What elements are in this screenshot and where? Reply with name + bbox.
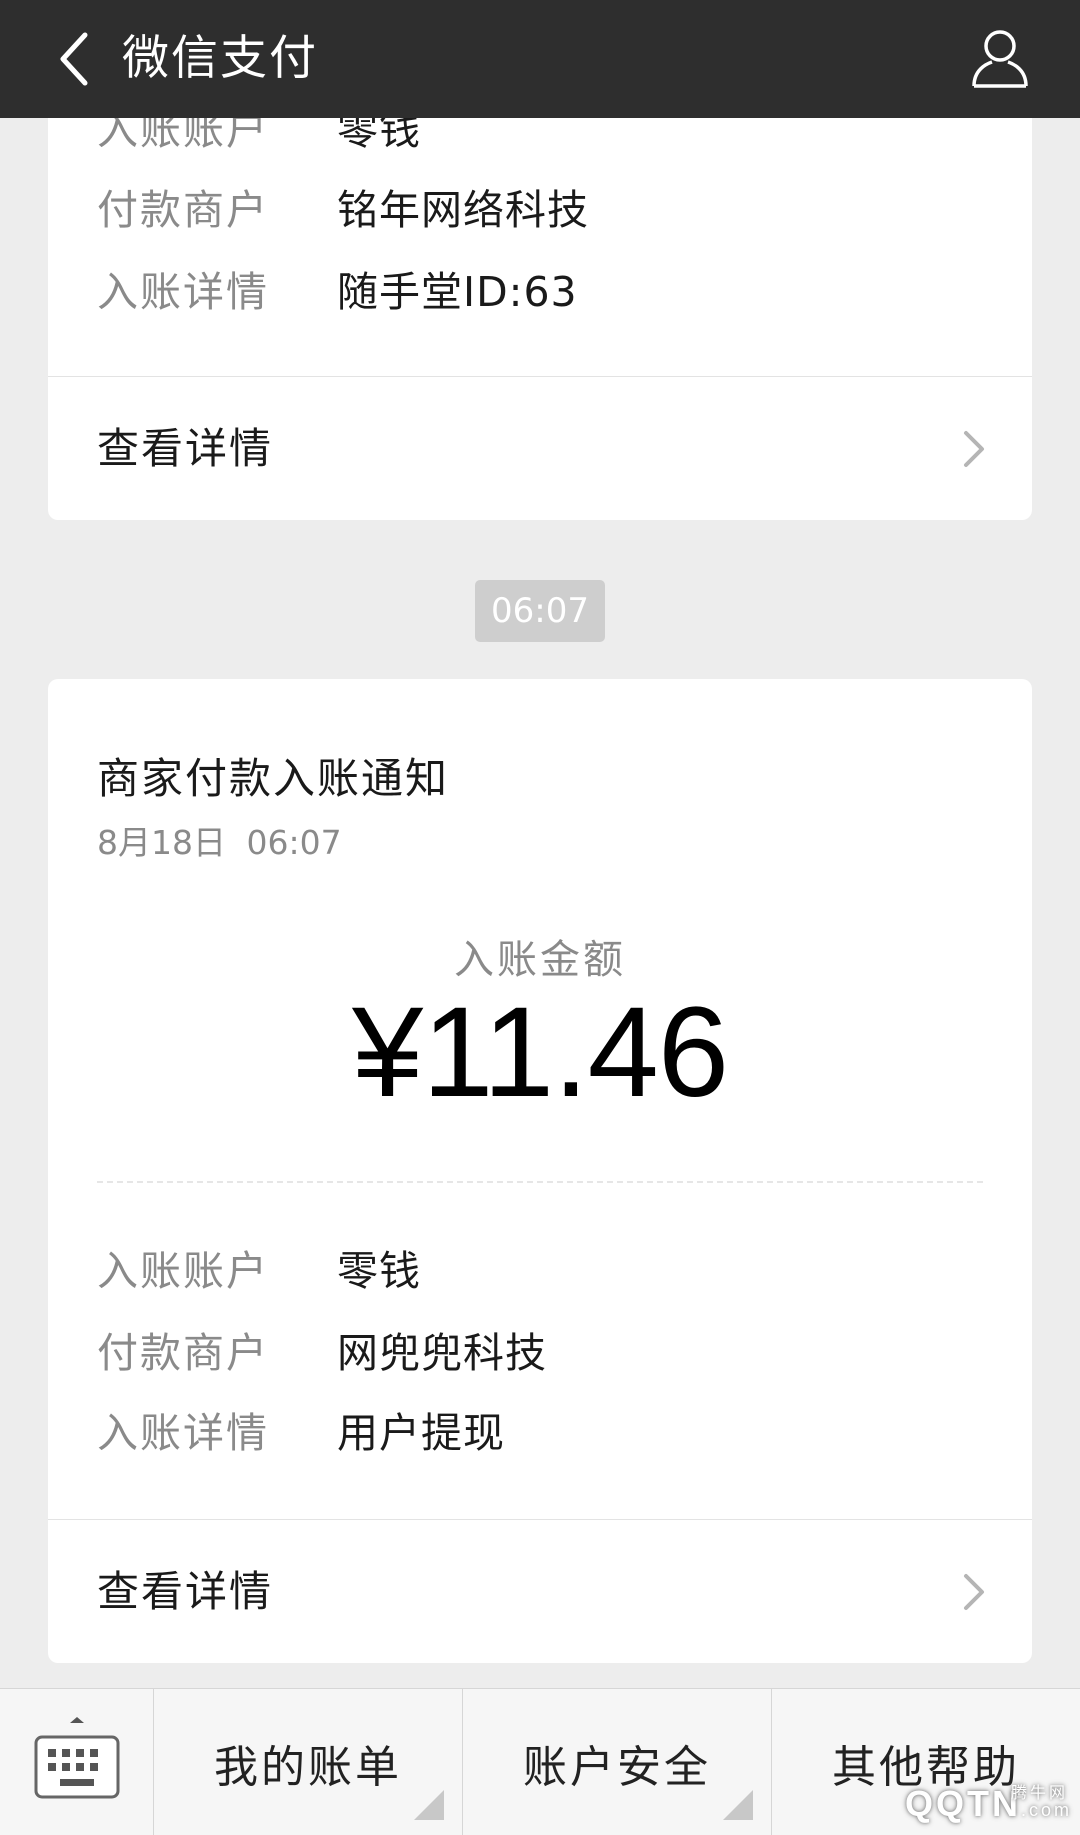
kv-key: 付款商户 xyxy=(97,186,269,234)
menu-account-security[interactable]: 账户安全 xyxy=(463,1689,772,1835)
navigation-bar: 微信支付 xyxy=(0,0,1080,118)
menu-label: 我的账单 xyxy=(214,1741,402,1793)
back-button[interactable] xyxy=(38,22,112,96)
kv-row-merchant: 付款商户 铭年网络科技 xyxy=(97,176,589,236)
submenu-indicator-icon xyxy=(414,1790,444,1820)
kv-value: 铭年网络科技 xyxy=(337,186,589,234)
kv-row-details: 入账详情 随手堂ID:63 xyxy=(97,258,578,318)
official-account-profile-button[interactable] xyxy=(956,14,1044,102)
kv-row-details: 入账详情 用户提现 xyxy=(97,1399,505,1459)
kv-key: 入账账户 xyxy=(97,1247,269,1295)
notification-card[interactable]: 商家付款入账通知 8月18日 06:07 入账金额 ¥11.46 入账账户 零钱… xyxy=(48,679,1032,1663)
chevron-left-icon xyxy=(60,32,88,86)
keyboard-toggle-button[interactable] xyxy=(0,1689,154,1835)
menu-label: 账户安全 xyxy=(523,1741,711,1793)
kv-row-account: 入账账户 零钱 xyxy=(97,1237,421,1297)
notification-card-previous[interactable]: 入账账户 零钱 付款商户 铭年网络科技 入账详情 随手堂ID:63 查看详情 xyxy=(48,60,1032,520)
person-icon xyxy=(972,30,1028,88)
kv-key: 入账详情 xyxy=(97,1409,269,1457)
view-details-row[interactable]: 查看详情 xyxy=(48,1519,1032,1663)
kv-row-merchant: 付款商户 网兜兜科技 xyxy=(97,1319,547,1379)
amount-value: ¥11.46 xyxy=(352,981,729,1124)
submenu-indicator-icon xyxy=(723,1790,753,1820)
kv-key: 入账详情 xyxy=(97,268,269,316)
dashed-divider xyxy=(97,1181,983,1183)
view-details-row[interactable]: 查看详情 xyxy=(48,376,1032,520)
keyboard-icon xyxy=(34,1717,120,1799)
card-date: 8月18日 06:07 xyxy=(97,823,342,862)
chevron-right-icon xyxy=(964,1574,984,1610)
chevron-right-icon xyxy=(964,431,984,467)
kv-key: 付款商户 xyxy=(97,1329,269,1377)
kv-value: 用户提现 xyxy=(337,1409,505,1457)
menu-my-bills[interactable]: 我的账单 xyxy=(154,1689,463,1835)
view-details-label: 查看详情 xyxy=(97,424,274,473)
menu-other-help[interactable]: 其他帮助 腾牛网 QQTN.com xyxy=(772,1689,1080,1835)
site-watermark: 腾牛网 QQTN.com xyxy=(904,1783,1072,1824)
kv-value: 网兜兜科技 xyxy=(337,1329,547,1377)
view-details-label: 查看详情 xyxy=(97,1567,274,1616)
message-list[interactable]: 入账账户 零钱 付款商户 铭年网络科技 入账详情 随手堂ID:63 查看详情 0… xyxy=(0,0,1080,1688)
amount-label: 入账金额 xyxy=(454,937,626,983)
timestamp-chip: 06:07 xyxy=(475,580,605,642)
card-title: 商家付款入账通知 xyxy=(97,754,450,803)
kv-value: 零钱 xyxy=(337,1247,421,1295)
page-title: 微信支付 xyxy=(122,31,318,86)
bottom-menu-bar: 我的账单 账户安全 其他帮助 腾牛网 QQTN.com xyxy=(0,1688,1080,1835)
kv-value: 随手堂ID:63 xyxy=(337,268,578,316)
